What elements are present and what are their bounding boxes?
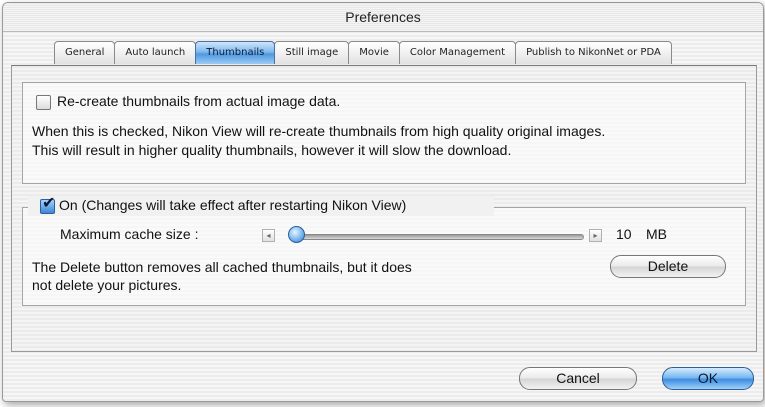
tab-still-image[interactable]: Still image <box>274 41 350 64</box>
tab-general[interactable]: General <box>54 41 116 64</box>
window-title: Preferences <box>3 3 763 32</box>
cache-size-label: Maximum cache size : <box>60 226 199 242</box>
delete-note-line1: The Delete button removes all cached thu… <box>32 259 412 275</box>
arrow-right-icon[interactable]: ▸ <box>589 229 602 242</box>
recreate-description-line1: When this is checked, Nikon View will re… <box>32 123 606 139</box>
cache-size-value: 10 <box>616 226 632 242</box>
recreate-checkbox-label[interactable]: Re-create thumbnails from actual image d… <box>57 93 340 109</box>
cache-on-checkbox[interactable]: ✔ <box>40 195 55 214</box>
tab-publish[interactable]: Publish to NikonNet or PDA <box>515 41 672 64</box>
cache-size-slider[interactable] <box>290 234 584 240</box>
tab-color-management[interactable]: Color Management <box>398 41 517 64</box>
cache-size-unit: MB <box>646 226 667 242</box>
recreate-description-line2: This will result in higher quality thumb… <box>32 142 512 158</box>
tab-thumbnails[interactable]: Thumbnails <box>195 41 276 64</box>
delete-button[interactable]: Delete <box>610 255 726 278</box>
ok-button[interactable]: OK <box>662 367 754 390</box>
delete-note-line2: not delete your pictures. <box>32 277 182 293</box>
preferences-window: Preferences General Auto launch Thumbnai… <box>2 2 764 402</box>
cancel-button[interactable]: Cancel <box>519 367 637 390</box>
cache-on-label[interactable]: On (Changes will take effect after resta… <box>59 197 406 213</box>
arrow-left-icon[interactable]: ◂ <box>262 229 275 242</box>
tab-bar: General Auto launch Thumbnails Still ima… <box>54 41 672 65</box>
checkmark-icon: ✔ <box>42 193 56 212</box>
slider-thumb[interactable] <box>288 226 305 243</box>
recreate-checkbox[interactable] <box>36 95 51 110</box>
tab-movie[interactable]: Movie <box>348 41 400 64</box>
tab-content-panel: Re-create thumbnails from actual image d… <box>11 65 757 352</box>
tab-auto-launch[interactable]: Auto launch <box>114 41 197 64</box>
